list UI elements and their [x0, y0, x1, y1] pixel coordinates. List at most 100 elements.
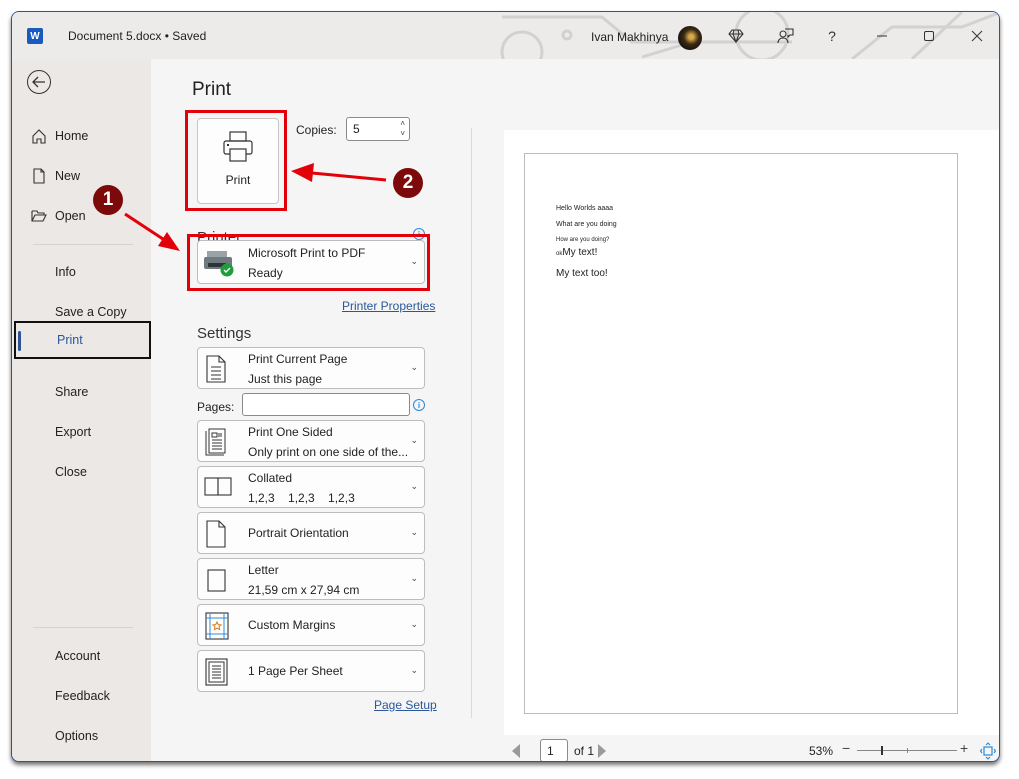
- paper-size-icon: [207, 569, 226, 592]
- home-icon: [32, 129, 46, 144]
- sidebar-item-label: Save a Copy: [55, 305, 127, 319]
- chevron-down-icon: ⌄: [410, 435, 418, 445]
- next-page-icon[interactable]: [598, 744, 606, 758]
- setting-line1: Custom Margins: [248, 618, 336, 632]
- annotation-highlight-print-button: [185, 110, 287, 211]
- margins-icon: [205, 612, 229, 640]
- avatar[interactable]: [678, 26, 702, 50]
- sidebar-item-info[interactable]: Info: [12, 253, 151, 291]
- orientation-dropdown[interactable]: Portrait Orientation ⌄: [197, 512, 425, 554]
- pages-per-sheet-icon: [205, 658, 228, 686]
- sidebar-divider: [33, 244, 133, 245]
- copies-stepper[interactable]: 5 ˄ ˅: [346, 117, 410, 141]
- one-sided-icon: [205, 428, 226, 456]
- zoom-out-button[interactable]: −: [842, 740, 850, 756]
- copies-label: Copies:: [296, 123, 337, 137]
- sides-dropdown[interactable]: Print One Sided Only print on one side o…: [197, 420, 425, 462]
- close-icon[interactable]: [966, 25, 988, 47]
- page-icon: [206, 355, 226, 383]
- setting-line2: 21,59 cm x 27,94 cm: [248, 583, 360, 597]
- sidebar-item-options[interactable]: Options: [12, 717, 151, 755]
- maximize-icon[interactable]: [918, 25, 940, 47]
- zoom-in-button[interactable]: +: [960, 740, 968, 756]
- pane-divider: [471, 128, 472, 718]
- pages-per-sheet-dropdown[interactable]: 1 Page Per Sheet ⌄: [197, 650, 425, 692]
- preview-line: okMy text!: [556, 247, 597, 258]
- print-range-dropdown[interactable]: Print Current Page Just this page ⌄: [197, 347, 425, 389]
- account-name[interactable]: Ivan Makhinya: [591, 30, 668, 44]
- setting-line1: Print One Sided: [248, 425, 333, 439]
- pages-input[interactable]: [242, 393, 410, 416]
- sidebar-item-feedback[interactable]: Feedback: [12, 677, 151, 715]
- sidebar-item-label: Home: [55, 129, 89, 143]
- sidebar-item-new[interactable]: New: [12, 157, 151, 195]
- document-title: Document 5.docx • Saved: [68, 29, 207, 43]
- sidebar-item-label: New: [55, 169, 81, 183]
- setting-line2: 1,2,3 1,2,3 1,2,3: [248, 491, 355, 505]
- sidebar-item-share[interactable]: Share: [12, 373, 151, 411]
- collation-dropdown[interactable]: Collated 1,2,3 1,2,3 1,2,3 ⌄: [197, 466, 425, 508]
- copies-spin-buttons[interactable]: ˄ ˅: [400, 119, 405, 139]
- sidebar-item-close[interactable]: Close: [12, 453, 151, 491]
- sidebar-item-label: Print: [57, 333, 83, 347]
- sidebar-item-label: Options: [55, 729, 99, 743]
- chevron-down-icon: ⌄: [410, 665, 418, 675]
- new-document-icon: [33, 168, 45, 184]
- pages-label: Pages:: [197, 400, 235, 414]
- zoom-slider-thumb[interactable]: [881, 746, 883, 755]
- sidebar-divider: [33, 627, 133, 628]
- setting-line1: Print Current Page: [248, 352, 348, 366]
- help-icon[interactable]: ?: [821, 25, 843, 47]
- preview-line: How are you doing?: [556, 237, 610, 243]
- sidebar-item-label: Info: [55, 265, 76, 279]
- backstage-sidebar: Home New Open Info Save a Copy Print Sha…: [12, 59, 151, 761]
- title-bar: W Document 5.docx • Saved Ivan Makhinya …: [12, 12, 999, 59]
- diamond-premium-icon[interactable]: [725, 25, 747, 47]
- setting-line1: Portrait Orientation: [248, 526, 349, 540]
- sidebar-item-export[interactable]: Export: [12, 413, 151, 451]
- back-arrow-icon: [32, 76, 45, 88]
- chevron-down-icon: ⌄: [410, 527, 418, 537]
- page-setup-link[interactable]: Page Setup: [374, 698, 437, 712]
- settings-heading: Settings: [197, 325, 252, 342]
- previous-page-icon[interactable]: [512, 744, 520, 758]
- margins-dropdown[interactable]: Custom Margins ⌄: [197, 604, 425, 646]
- page-title: Print: [192, 79, 232, 100]
- preview-page: Hello Worlds aaaa What are you doing How…: [524, 153, 958, 714]
- zoom-level[interactable]: 53%: [809, 744, 833, 758]
- zoom-to-page-icon[interactable]: [980, 742, 996, 760]
- copies-value: 5: [353, 122, 360, 136]
- preview-line: My text too!: [556, 268, 608, 279]
- back-button[interactable]: [27, 70, 51, 94]
- preview-line: Hello Worlds aaaa: [556, 205, 614, 212]
- zoom-slider[interactable]: [857, 746, 957, 755]
- minimize-icon[interactable]: [871, 25, 893, 47]
- folder-open-icon: [31, 210, 47, 222]
- chevron-down-icon: ⌄: [410, 481, 418, 491]
- annotation-badge-2: 2: [393, 168, 423, 198]
- current-page-input[interactable]: 1: [540, 739, 568, 761]
- word-window: W Document 5.docx • Saved Ivan Makhinya …: [11, 11, 1000, 762]
- page-count: of 1: [574, 744, 595, 758]
- sidebar-item-label: Account: [55, 649, 101, 663]
- collated-icon: [204, 477, 232, 496]
- printer-properties-link[interactable]: Printer Properties: [342, 299, 435, 313]
- sidebar-item-label: Open: [55, 209, 86, 223]
- paper-size-dropdown[interactable]: Letter 21,59 cm x 27,94 cm ⌄: [197, 558, 425, 600]
- print-preview: Hello Worlds aaaa What are you doing How…: [504, 130, 999, 735]
- annotation-badge-1: 1: [93, 185, 123, 215]
- coauthor-feedback-icon[interactable]: [774, 25, 796, 47]
- setting-line2: Only print on one side of the...: [248, 445, 409, 459]
- preview-footer: 1 of 1 53% − +: [504, 739, 999, 761]
- preview-line-text: My text!: [562, 247, 598, 258]
- info-icon[interactable]: i: [413, 399, 425, 411]
- annotation-highlight-printer: [187, 234, 430, 291]
- chevron-down-icon: ⌄: [410, 362, 418, 372]
- portrait-icon: [206, 520, 226, 548]
- sidebar-item-account[interactable]: Account: [12, 637, 151, 675]
- sidebar-item-open[interactable]: Open: [12, 197, 151, 235]
- sidebar-item-home[interactable]: Home: [12, 117, 151, 155]
- setting-line1: Collated: [248, 471, 293, 485]
- sidebar-item-label: Export: [55, 425, 92, 439]
- sidebar-item-print[interactable]: Print: [14, 321, 151, 359]
